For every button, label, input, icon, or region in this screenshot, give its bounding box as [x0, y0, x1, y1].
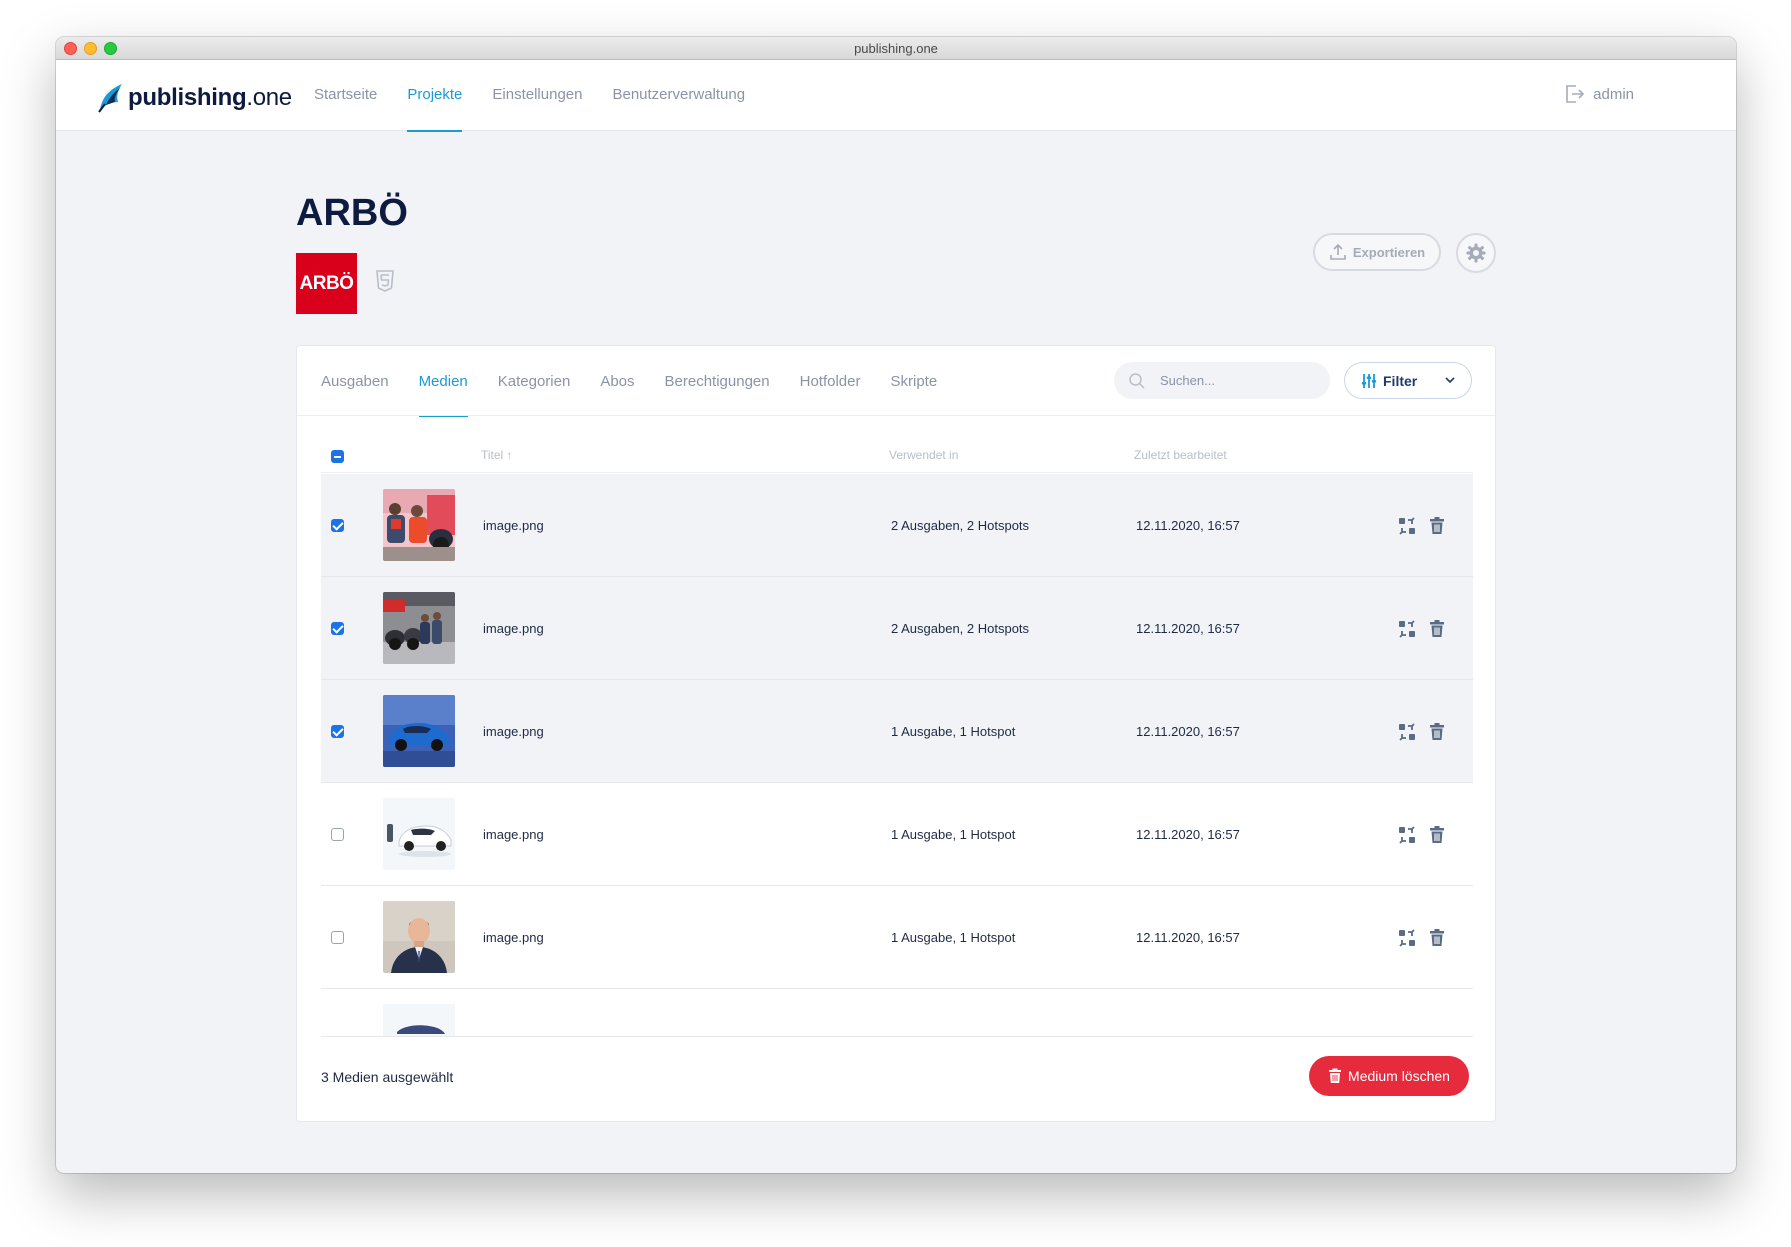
search-icon	[1129, 372, 1145, 389]
media-thumbnail[interactable]	[383, 901, 455, 973]
table-row[interactable]: image.png 1 Ausgabe, 1 Hotspot 12.11.202…	[321, 783, 1473, 886]
media-last-edited: 12.11.2020, 16:57	[1136, 827, 1240, 842]
column-used-in[interactable]: Verwendet in	[889, 448, 958, 462]
filter-label: Filter	[1383, 372, 1418, 389]
trash-icon[interactable]	[1427, 722, 1447, 742]
media-title: image.png	[483, 621, 544, 636]
brand-logo[interactable]: publishing.one	[96, 78, 292, 118]
bird-logo-icon	[98, 84, 122, 113]
gear-icon	[1466, 243, 1486, 263]
tab-medien[interactable]: Medien	[418, 346, 468, 417]
nav-einstellungen[interactable]: Einstellungen	[492, 60, 582, 131]
media-thumbnail[interactable]	[383, 489, 455, 561]
upload-icon	[1330, 243, 1346, 260]
tabs-divider	[297, 415, 1495, 416]
row-checkbox[interactable]	[331, 725, 344, 738]
logout-icon	[1566, 85, 1585, 103]
browser-window: publishing.one publishing.one Startseite…	[56, 37, 1736, 1173]
row-checkbox[interactable]	[331, 519, 344, 532]
delete-media-label: Medium löschen	[1348, 1068, 1450, 1084]
row-actions	[1397, 722, 1457, 742]
page-title: ARBÖ	[296, 192, 408, 234]
row-actions	[1397, 619, 1457, 639]
trash-icon[interactable]	[1427, 619, 1447, 639]
table-row[interactable]: image.png 2 Ausgaben, 2 Hotspots 12.11.2…	[321, 474, 1473, 577]
trash-icon[interactable]	[1427, 928, 1447, 948]
media-used-in: 1 Ausgabe, 1 Hotspot	[891, 827, 1016, 842]
nav-benutzerverwaltung[interactable]: Benutzerverwaltung	[612, 60, 745, 131]
media-thumbnail[interactable]	[383, 592, 455, 664]
chevron-down-icon	[1445, 377, 1455, 384]
selection-count: 3 Medien ausgewählt	[321, 1069, 454, 1085]
trash-icon	[1329, 1068, 1342, 1083]
media-last-edited: 12.11.2020, 16:57	[1136, 518, 1240, 533]
tab-abos[interactable]: Abos	[600, 346, 634, 416]
media-last-edited: 12.11.2020, 16:57	[1136, 930, 1240, 945]
export-label: Exportieren	[1352, 244, 1426, 260]
media-used-in: 1 Ausgabe, 1 Hotspot	[891, 930, 1016, 945]
table-row[interactable]: image.png 2 Ausgaben, 2 Hotspots 12.11.2…	[321, 577, 1473, 680]
nav-projekte[interactable]: Projekte	[407, 60, 463, 132]
tab-berechtigungen[interactable]: Berechtigungen	[665, 346, 770, 416]
window-title: publishing.one	[854, 41, 938, 56]
user-name: admin	[1593, 85, 1634, 103]
replace-icon[interactable]	[1397, 722, 1417, 742]
row-actions	[1397, 928, 1457, 948]
table-row[interactable]: image.png 1 Ausgabe, 1 Hotspot 12.11.202…	[321, 680, 1473, 783]
search-input[interactable]	[1160, 373, 1310, 388]
project-tabs: Ausgaben Medien Kategorien Abos Berechti…	[321, 346, 967, 417]
delete-media-button[interactable]: Medium löschen	[1309, 1056, 1469, 1096]
main-nav: Startseite Projekte Einstellungen Benutz…	[314, 60, 775, 132]
column-title[interactable]: Titel ↑	[481, 448, 513, 462]
media-used-in: 1 Ausgabe, 1 Hotspot	[891, 724, 1016, 739]
row-checkbox[interactable]	[331, 828, 344, 841]
project-logo: ARBÖ	[296, 253, 357, 314]
row-actions	[1397, 825, 1457, 845]
filter-dropdown[interactable]: Filter	[1344, 362, 1472, 399]
replace-icon[interactable]	[1397, 825, 1417, 845]
export-button[interactable]: Exportieren	[1313, 233, 1441, 271]
media-card: Ausgaben Medien Kategorien Abos Berechti…	[296, 345, 1496, 1122]
nav-startseite[interactable]: Startseite	[314, 60, 377, 131]
replace-icon[interactable]	[1397, 619, 1417, 639]
project-settings-button[interactable]	[1456, 233, 1496, 273]
media-title: image.png	[483, 930, 544, 945]
media-thumbnail[interactable]	[383, 695, 455, 767]
media-title: image.png	[483, 724, 544, 739]
tab-ausgaben[interactable]: Ausgaben	[321, 346, 389, 416]
media-last-edited: 12.11.2020, 16:57	[1136, 621, 1240, 636]
top-navigation: publishing.one Startseite Projekte Einst…	[56, 60, 1736, 132]
html5-icon	[376, 270, 394, 297]
media-title: image.png	[483, 827, 544, 842]
media-thumbnail[interactable]	[383, 798, 455, 870]
row-actions	[1397, 516, 1457, 536]
sliders-icon	[1361, 373, 1377, 388]
select-all-checkbox[interactable]	[331, 450, 344, 463]
media-used-in: 2 Ausgaben, 2 Hotspots	[891, 518, 1030, 533]
media-used-in: 2 Ausgaben, 2 Hotspots	[891, 621, 1030, 636]
brand-name: publishing.one	[128, 84, 292, 111]
table-row[interactable]	[321, 989, 1473, 1036]
table-row[interactable]: image.png 1 Ausgabe, 1 Hotspot 12.11.202…	[321, 886, 1473, 989]
replace-icon[interactable]	[1397, 928, 1417, 948]
tab-hotfolder[interactable]: Hotfolder	[800, 346, 861, 416]
column-last-edited[interactable]: Zuletzt bearbeitet	[1134, 448, 1227, 462]
tab-skripte[interactable]: Skripte	[891, 346, 938, 416]
media-list: image.png 2 Ausgaben, 2 Hotspots 12.11.2…	[321, 474, 1473, 1036]
search-box[interactable]	[1114, 362, 1330, 399]
replace-icon[interactable]	[1397, 516, 1417, 536]
table-header: Titel ↑ Verwendet in Zuletzt bearbeitet	[321, 441, 1473, 473]
user-menu[interactable]: admin	[1563, 83, 1634, 105]
media-title: image.png	[483, 518, 544, 533]
media-thumbnail[interactable]	[383, 1004, 455, 1036]
trash-icon[interactable]	[1427, 516, 1447, 536]
window-titlebar: publishing.one	[56, 37, 1736, 60]
trash-icon[interactable]	[1427, 825, 1447, 845]
row-checkbox[interactable]	[331, 622, 344, 635]
list-divider	[321, 1036, 1473, 1037]
media-last-edited: 12.11.2020, 16:57	[1136, 724, 1240, 739]
tab-kategorien[interactable]: Kategorien	[498, 346, 571, 416]
row-checkbox[interactable]	[331, 931, 344, 944]
